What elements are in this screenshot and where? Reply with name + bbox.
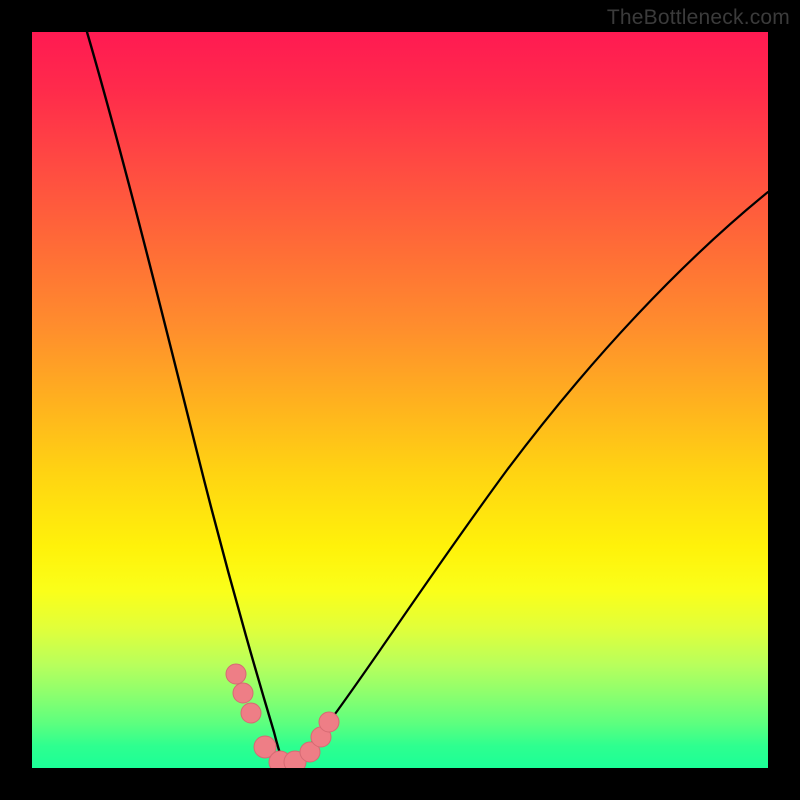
- curve-right-branch: [285, 192, 768, 768]
- plot-area: [32, 32, 768, 768]
- marker-point: [319, 712, 339, 732]
- chart-frame: TheBottleneck.com: [0, 0, 800, 800]
- curve-left-branch: [87, 32, 285, 768]
- chart-overlay: [32, 32, 768, 768]
- marker-point: [241, 703, 261, 723]
- highlight-markers: [226, 664, 339, 768]
- marker-point: [226, 664, 246, 684]
- marker-point: [233, 683, 253, 703]
- watermark-text: TheBottleneck.com: [607, 6, 790, 30]
